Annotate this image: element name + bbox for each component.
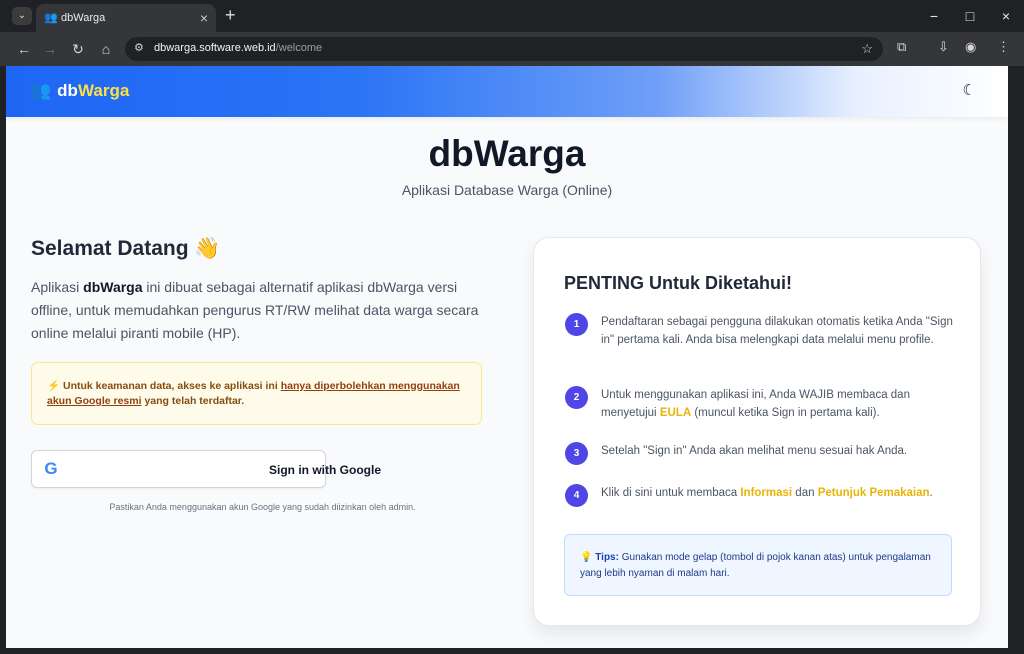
step-text: Setelah "Sign in" Anda akan melihat menu… bbox=[601, 445, 908, 457]
back-icon[interactable]: ← bbox=[14, 39, 34, 59]
step-number: 3 bbox=[565, 442, 588, 465]
warning-text: ⚡ Untuk keamanan data, akses ke aplikasi… bbox=[47, 379, 467, 409]
url-path: /welcome bbox=[275, 42, 323, 54]
url-host: dbwarga.software.web.id bbox=[154, 42, 276, 54]
tip-text: 💡 Tips: Gunakan mode gelap (tombol di po… bbox=[580, 550, 940, 582]
step-text-part: Klik di sini untuk membaca bbox=[601, 487, 741, 499]
google-icon: G bbox=[44, 459, 58, 478]
page-subtitle: Aplikasi Database Warga (Online) bbox=[401, 182, 613, 198]
welcome-description: Aplikasi dbWarga ini dibuat sebagai alte… bbox=[31, 276, 486, 345]
close-icon[interactable]: × bbox=[200, 10, 208, 26]
petunjuk-link[interactable]: Petunjuk Pemakaian bbox=[818, 487, 930, 499]
brand-warga: Warga bbox=[77, 81, 130, 100]
users-icon: 👥 bbox=[44, 12, 58, 24]
google-sign-in-button[interactable]: G Sign in with Google bbox=[31, 450, 381, 488]
step-text-part: (muncul ketika Sign in pertama kali). bbox=[691, 407, 880, 419]
tab-search-button[interactable]: ⌄ bbox=[12, 7, 32, 25]
step-number: 2 bbox=[565, 386, 588, 409]
step-text-part: dan bbox=[792, 487, 818, 499]
important-step-1: 1 Pendaftaran sebagai pengguna dilakukan… bbox=[565, 313, 955, 369]
lightbulb-icon: 💡 bbox=[580, 552, 593, 563]
menu-icon[interactable]: ⋮ bbox=[997, 39, 1010, 55]
welcome-heading: Selamat Datang 👋 bbox=[31, 237, 221, 260]
important-step-2: 2 Untuk menggunakan aplikasi ini, Anda W… bbox=[565, 386, 955, 424]
step-text: Untuk menggunakan aplikasi ini, Anda WAJ… bbox=[601, 386, 957, 422]
google-sign-in-note: Pastikan Anda menggunakan akun Google ya… bbox=[109, 502, 416, 512]
important-title: PENTING Untuk Diketahui! bbox=[564, 273, 793, 293]
web-page: 👥 db Warga ☾ dbWarga Aplikasi Database Wa… bbox=[6, 66, 1008, 648]
important-card: PENTING Untuk Diketahui! 1 Pendaftaran s… bbox=[533, 237, 981, 626]
new-tab-button[interactable]: + bbox=[225, 5, 236, 26]
minimize-icon[interactable]: − bbox=[916, 0, 952, 32]
site-settings-icon[interactable]: ⚙ bbox=[134, 41, 144, 54]
step-text-part: . bbox=[929, 487, 933, 499]
window-controls: − □ × bbox=[916, 0, 1024, 32]
profile-icon[interactable]: ◉ bbox=[965, 39, 976, 55]
dark-mode-moon-icon[interactable]: ☾ bbox=[963, 81, 976, 99]
extensions-icon[interactable]: ⧉ bbox=[897, 39, 906, 55]
google-sign-in-label: Sign in with Google bbox=[269, 463, 381, 477]
browser-tabstrip: ⌄ 👥 dbWarga × + − □ × bbox=[0, 0, 1024, 32]
url-text[interactable]: dbwarga.software.web.id/welcome bbox=[154, 42, 322, 54]
maximize-icon[interactable]: □ bbox=[952, 0, 988, 32]
home-icon[interactable]: ⌂ bbox=[96, 39, 116, 59]
security-warning: ⚡ Untuk keamanan data, akses ke aplikasi… bbox=[31, 362, 482, 425]
warning-part-1: ⚡ Untuk keamanan data, akses ke aplikasi… bbox=[47, 380, 281, 392]
forward-icon[interactable]: → bbox=[40, 39, 60, 59]
tip-label: Tips: bbox=[595, 552, 619, 563]
step-number: 1 bbox=[565, 313, 588, 336]
browser-toolbar: ← → ↻ ⌂ ⚙ dbwarga.software.web.id/welcom… bbox=[0, 32, 1024, 66]
tips-box: 💡 Tips: Gunakan mode gelap (tombol di po… bbox=[564, 534, 952, 596]
desc-part-1: Aplikasi bbox=[31, 279, 84, 295]
brand[interactable]: 👥 db Warga bbox=[30, 81, 129, 101]
page-title: dbWarga bbox=[428, 133, 586, 174]
important-step-3: 3 Setelah "Sign in" Anda akan melihat me… bbox=[565, 442, 955, 465]
download-icon[interactable]: ⇩ bbox=[938, 39, 949, 55]
step-text: Klik di sini untuk membaca Informasi dan… bbox=[601, 484, 957, 502]
reload-icon[interactable]: ↻ bbox=[68, 39, 88, 59]
close-window-icon[interactable]: × bbox=[988, 0, 1024, 32]
step-number: 4 bbox=[565, 484, 588, 507]
bookmark-star-icon[interactable]: ☆ bbox=[861, 41, 873, 57]
informasi-link[interactable]: Informasi bbox=[740, 487, 792, 499]
step-text: Pendaftaran sebagai pengguna dilakukan o… bbox=[601, 316, 953, 346]
desc-bold: dbWarga bbox=[83, 279, 143, 295]
brand-db: db bbox=[57, 81, 78, 100]
tab-title: dbWarga bbox=[61, 12, 106, 24]
address-bar[interactable]: ⚙ dbwarga.software.web.id/welcome ☆ bbox=[125, 37, 883, 61]
eula-highlight[interactable]: EULA bbox=[660, 407, 691, 419]
active-tab[interactable]: 👥 dbWarga × bbox=[36, 4, 216, 32]
tip-body: Gunakan mode gelap (tombol di pojok kana… bbox=[580, 552, 931, 579]
users-icon: 👥 bbox=[30, 81, 52, 100]
warning-part-2: yang telah terdaftar. bbox=[141, 395, 245, 407]
important-step-4: 4 Klik di sini untuk membaca Informasi d… bbox=[565, 484, 957, 507]
app-header: 👥 db Warga ☾ bbox=[6, 66, 1008, 117]
